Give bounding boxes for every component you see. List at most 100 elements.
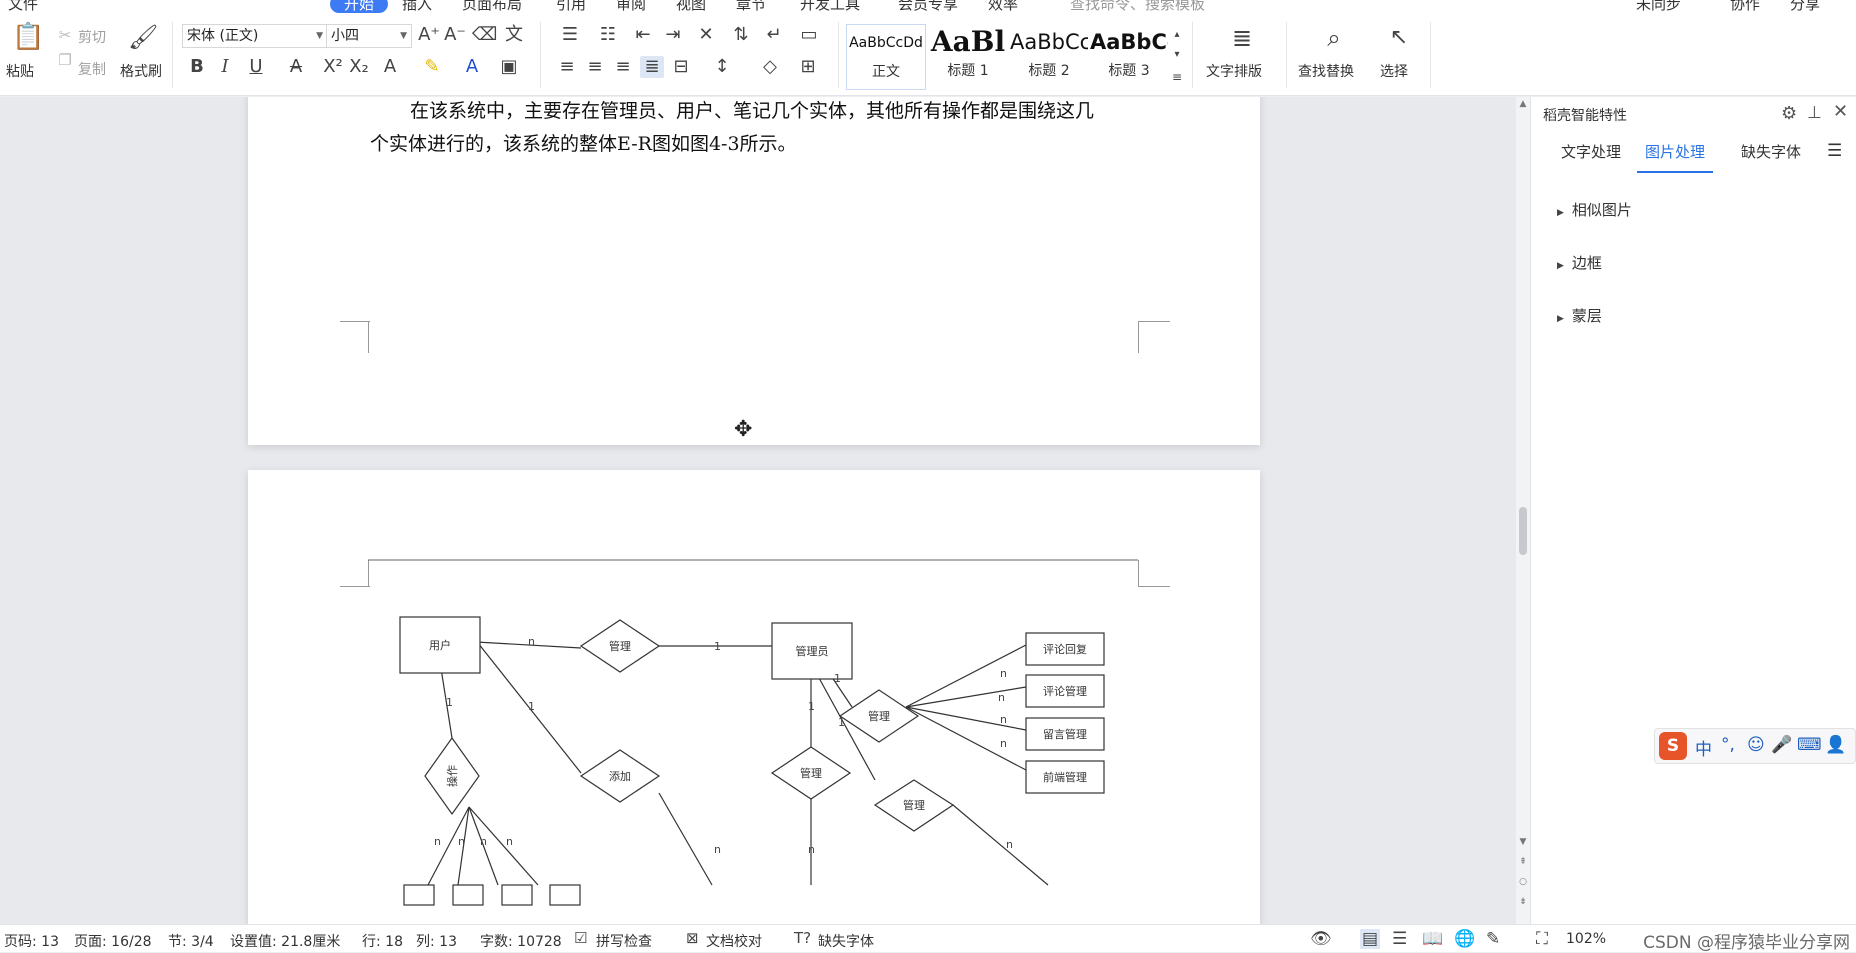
pin-icon[interactable]: ⊥ <box>1807 103 1822 123</box>
status-section[interactable]: 节: 3/4 <box>168 931 214 951</box>
gear-icon[interactable]: ⚙ <box>1781 103 1797 124</box>
clear-format-icon[interactable]: ⌫ <box>472 24 497 46</box>
grow-font-icon[interactable]: A⁺ <box>418 24 440 46</box>
select-button[interactable]: 选择 <box>1380 61 1408 81</box>
tab-start[interactable]: 开始 <box>330 0 389 14</box>
text-layout-icon[interactable]: ≣ <box>1226 22 1258 54</box>
tab-chapter[interactable]: 章节 <box>736 0 766 14</box>
pen-icon[interactable]: ✎ <box>1486 929 1500 949</box>
close-icon[interactable]: ✕ <box>1833 101 1848 122</box>
body-paragraph-line-2[interactable]: 个实体进行的，该系统的整体E-R图如图4-3所示。 <box>370 129 797 156</box>
text-effect-icon[interactable]: A <box>376 56 404 78</box>
sort-icon[interactable]: ⇅ <box>730 24 752 46</box>
styles-more-icon[interactable]: ≡ <box>1170 66 1184 88</box>
section-similar-images[interactable]: ▶ 相似图片 <box>1557 199 1632 220</box>
reading-view-icon[interactable]: 📖 <box>1422 929 1443 949</box>
paste-icon[interactable]: 📋 <box>12 22 44 52</box>
styles-down-icon[interactable]: ▾ <box>1170 44 1184 66</box>
outline-view-icon[interactable]: ☰ <box>1392 929 1407 949</box>
status-page[interactable]: 页面: 16/28 <box>74 931 152 951</box>
distributed-icon[interactable]: ⊟ <box>670 56 692 78</box>
show-marks-icon[interactable]: ↵ <box>760 24 788 46</box>
format-painter-icon[interactable]: 🖌 <box>128 22 158 52</box>
justify-icon[interactable]: ≣ <box>640 56 664 78</box>
chinese-layout-icon[interactable]: ✕ <box>692 24 720 46</box>
command-search[interactable]: 查找命令、搜索模板 <box>1070 0 1205 14</box>
styles-up-icon[interactable]: ▴ <box>1170 24 1184 46</box>
bold-icon[interactable]: B <box>186 56 208 78</box>
align-right-icon[interactable]: ≡ <box>612 56 634 78</box>
keyboard-icon[interactable]: ⌨ <box>1797 735 1822 755</box>
tab-view[interactable]: 视图 <box>676 0 706 14</box>
user-icon[interactable]: 👤 <box>1825 735 1846 755</box>
ruler-icon[interactable]: ▭ <box>798 24 820 46</box>
decrease-indent-icon[interactable]: ⇤ <box>632 24 654 46</box>
font-name-select[interactable]: 宋体 (正文) ▼ <box>182 24 328 48</box>
browse-object-icon[interactable]: ○ <box>1516 877 1530 887</box>
er-diagram[interactable]: 用户 管理员 评论回复 评论管理 留言管理 前端管理 管理 管理 管理 管理 添… <box>248 470 1260 924</box>
share-button[interactable]: 分享 <box>1790 0 1820 14</box>
format-painter-button[interactable]: 格式刷 <box>120 61 162 81</box>
copy-button[interactable]: 复制 <box>78 59 106 79</box>
microphone-icon[interactable]: 🎤 <box>1771 735 1792 755</box>
section-mask[interactable]: ▶ 蒙层 <box>1557 305 1602 326</box>
tab-layout[interactable]: 页面布局 <box>462 0 522 14</box>
borders-icon[interactable]: ⊞ <box>794 56 822 78</box>
ime-language[interactable]: 中 <box>1695 735 1712 760</box>
status-page-number[interactable]: 页码: 13 <box>4 931 59 951</box>
missing-font-button[interactable]: 缺失字体 <box>818 931 874 951</box>
tab-image-processing[interactable]: 图片处理 <box>1645 141 1705 162</box>
cursor-icon[interactable]: ↖ <box>1384 22 1414 54</box>
web-view-icon[interactable]: 🌐 <box>1454 929 1475 949</box>
emoji-icon[interactable]: ☺ <box>1747 735 1765 755</box>
tab-insert[interactable]: 插入 <box>402 0 432 14</box>
proofread-button[interactable]: 文档校对 <box>706 931 762 951</box>
paste-button[interactable]: 粘贴 <box>6 61 34 81</box>
next-page-icon[interactable]: ⇟ <box>1516 897 1530 907</box>
style-heading-3[interactable]: AaBbCc 标题 3 <box>1090 24 1168 90</box>
tab-member[interactable]: 会员专享 <box>898 0 958 14</box>
status-col[interactable]: 列: 13 <box>416 931 457 951</box>
menu-file[interactable]: 文件 <box>8 0 38 14</box>
bullet-list-icon[interactable]: ☰ <box>556 24 584 46</box>
shrink-font-icon[interactable]: A⁻ <box>444 24 466 46</box>
shading-icon[interactable]: ◇ <box>756 56 784 78</box>
style-heading-1[interactable]: AaBl 标题 1 <box>930 24 1006 90</box>
phonetic-icon[interactable]: 文 <box>500 24 528 46</box>
status-row[interactable]: 行: 18 <box>362 931 403 951</box>
numbered-list-icon[interactable]: ☷ <box>594 24 622 46</box>
body-paragraph-line-1[interactable]: 在该系统中，主要存在管理员、用户、笔记几个实体，其他所有操作都是围绕这几 <box>410 97 1094 123</box>
page-view-icon[interactable]: ▤ <box>1360 929 1381 949</box>
magnifier-icon[interactable]: ⌕ <box>1318 22 1350 54</box>
tab-missing-fonts[interactable]: 缺失字体 <box>1741 141 1801 162</box>
italic-icon[interactable]: I <box>214 56 236 78</box>
tab-devtools[interactable]: 开发工具 <box>800 0 860 14</box>
tab-references[interactable]: 引用 <box>556 0 586 14</box>
ime-toolbar[interactable]: S 中 °, ☺ 🎤 ⌨ 👤 <box>1654 728 1856 764</box>
find-replace-button[interactable]: 查找替换 <box>1298 61 1354 81</box>
scroll-down-icon[interactable]: ▼ <box>1516 837 1530 847</box>
char-border-icon[interactable]: ▣ <box>498 56 520 78</box>
sync-status[interactable]: 未同步 <box>1636 0 1681 14</box>
tab-efficiency[interactable]: 效率 <box>988 0 1018 14</box>
status-setting[interactable]: 设置值: 21.8厘米 <box>230 931 340 951</box>
tab-text-processing[interactable]: 文字处理 <box>1561 141 1621 162</box>
fit-page-icon[interactable]: ⛶ <box>1536 929 1548 949</box>
spell-check-button[interactable]: 拼写检查 <box>596 931 652 951</box>
style-normal[interactable]: AaBbCcDd 正文 <box>846 24 926 90</box>
strikethrough-icon[interactable]: A <box>282 56 310 78</box>
panel-title[interactable]: 稻壳智能特性 <box>1543 105 1627 125</box>
document-area[interactable]: 在该系统中，主要存在管理员、用户、笔记几个实体，其他所有操作都是围绕这几 个实体… <box>0 97 1516 924</box>
status-word-count[interactable]: 字数: 10728 <box>480 931 562 951</box>
collab-button[interactable]: 协作 <box>1730 0 1760 14</box>
zoom-level[interactable]: 102% <box>1566 931 1606 947</box>
scroll-up-icon[interactable]: ▲ <box>1516 99 1530 109</box>
eye-icon[interactable]: 👁 <box>1310 929 1332 949</box>
underline-icon[interactable]: U <box>242 56 270 78</box>
cut-button[interactable]: 剪切 <box>78 27 106 47</box>
line-spacing-icon[interactable]: ↕ <box>708 56 736 78</box>
prev-page-icon[interactable]: ⇞ <box>1516 857 1530 867</box>
align-left-icon[interactable]: ≡ <box>556 56 578 78</box>
highlight-icon[interactable]: ✎ <box>418 56 446 78</box>
style-heading-2[interactable]: AaBbCc 标题 2 <box>1010 24 1088 90</box>
